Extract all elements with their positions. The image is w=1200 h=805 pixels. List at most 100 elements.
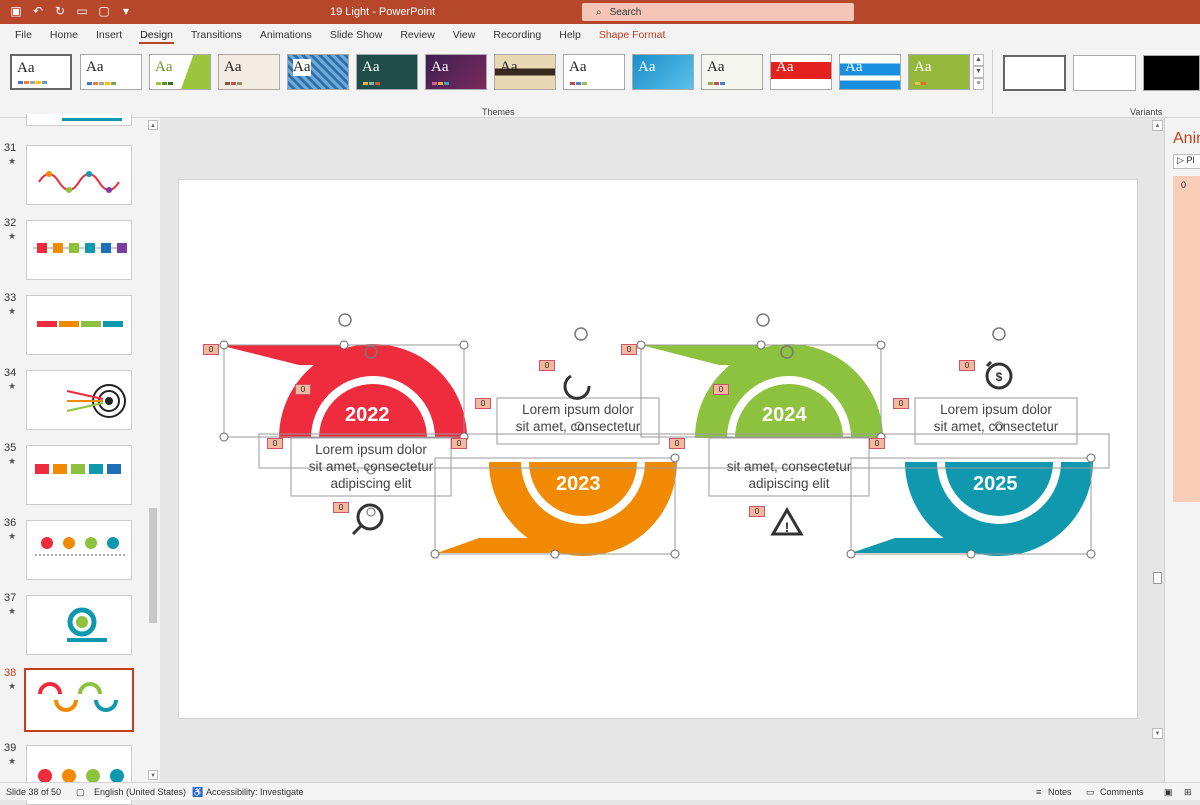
scroll-up-icon[interactable]: ▲: [148, 120, 158, 130]
comments-button[interactable]: Comments: [1100, 787, 1144, 797]
anim-tag[interactable]: 0: [451, 438, 467, 449]
slide-thumb-33[interactable]: [26, 295, 132, 355]
tab-transitions[interactable]: Transitions: [182, 24, 251, 46]
undo-icon[interactable]: ↶: [30, 3, 46, 19]
text-block-2022[interactable]: Lorem ipsum dolor sit amet, consectetur …: [291, 441, 451, 492]
theme-thumb-text: Aa: [707, 59, 725, 75]
theme-thumb-14[interactable]: Aa: [908, 54, 970, 90]
theme-thumb-10[interactable]: Aa: [632, 54, 694, 90]
anim-tag[interactable]: 0: [713, 384, 729, 395]
slide-thumb-37[interactable]: [26, 595, 132, 655]
variant-2[interactable]: [1073, 55, 1136, 91]
anim-tag[interactable]: 0: [333, 502, 349, 513]
tab-slide-show[interactable]: Slide Show: [321, 24, 392, 46]
slide-canvas[interactable]: ! $ 2022 2023 2024 2025 Lorem ipsum dolo…: [178, 179, 1138, 719]
status-bar: Slide 38 of 50 ▢ English (United States)…: [0, 782, 1200, 800]
canvas-scrollbar[interactable]: ▲ ▼: [1151, 118, 1164, 782]
accessibility-status[interactable]: Accessibility: Investigate: [206, 787, 304, 797]
anim-tag[interactable]: 0: [893, 398, 909, 409]
search-box[interactable]: ⌕ Search: [582, 3, 854, 21]
anim-tag[interactable]: 0: [295, 384, 311, 395]
canvas-scroll-up-icon[interactable]: ▲: [1152, 120, 1163, 131]
slide-counter[interactable]: Slide 38 of 50: [6, 787, 61, 797]
anim-tag[interactable]: 0: [749, 506, 765, 517]
text-line: sit amet, consectetur: [308, 459, 434, 474]
theme-thumb-3[interactable]: Aa: [149, 54, 211, 90]
tab-view[interactable]: View: [444, 24, 485, 46]
slide-star-32: ★: [8, 231, 17, 241]
animation-list[interactable]: 0: [1173, 176, 1200, 502]
tab-animations[interactable]: Animations: [251, 24, 321, 46]
slide-thumb-31[interactable]: [26, 145, 132, 205]
canvas-scroll-down-icon[interactable]: ▼: [1152, 728, 1163, 739]
redo-icon[interactable]: ↻: [52, 3, 68, 19]
tab-help[interactable]: Help: [550, 24, 590, 46]
save-icon[interactable]: ▣: [8, 3, 24, 19]
notes-button[interactable]: Notes: [1048, 787, 1072, 797]
text-block-2024[interactable]: sit amet, consectetur adipiscing elit: [709, 458, 869, 492]
slides-pane-scrollbar[interactable]: ▲ ▼: [147, 118, 159, 782]
themes-more-icon[interactable]: ≡: [973, 78, 984, 90]
theme-thumb-text: Aa: [224, 59, 242, 75]
tab-insert[interactable]: Insert: [87, 24, 131, 46]
tab-design[interactable]: Design: [131, 24, 182, 46]
theme-thumb-text: Aa: [845, 59, 863, 75]
tab-file[interactable]: File: [6, 24, 41, 46]
slide-sorter-icon[interactable]: ⊞: [1184, 787, 1192, 798]
slide-thumb-34[interactable]: [26, 370, 132, 430]
slide-star-38: ★: [8, 681, 17, 691]
tab-review[interactable]: Review: [391, 24, 443, 46]
variant-3[interactable]: [1143, 55, 1200, 91]
theme-thumb-7[interactable]: Aa: [425, 54, 487, 90]
anim-tag[interactable]: 0: [869, 438, 885, 449]
anim-tag[interactable]: 0: [539, 360, 555, 371]
anim-tag[interactable]: 0: [669, 438, 685, 449]
slide-thumb-30[interactable]: [26, 114, 132, 126]
variant-1[interactable]: [1003, 55, 1066, 91]
anim-tag[interactable]: 0: [475, 398, 491, 409]
slide-thumb-36[interactable]: [26, 520, 132, 580]
slide-number-31: 31: [4, 142, 17, 154]
tab-home[interactable]: Home: [41, 24, 87, 46]
theme-thumb-11[interactable]: Aa: [701, 54, 763, 90]
theme-thumb-13[interactable]: Aa: [839, 54, 901, 90]
tab-recording[interactable]: Recording: [484, 24, 550, 46]
play-button[interactable]: ▷ Pl: [1173, 154, 1200, 169]
text-line: sit amet, consectetur: [933, 419, 1059, 434]
scroll-down-icon[interactable]: ▼: [148, 770, 158, 780]
slide-thumb-35[interactable]: [26, 445, 132, 505]
customize-qat-icon[interactable]: ▾: [118, 3, 134, 19]
anim-tag[interactable]: 0: [621, 344, 637, 355]
anim-tag[interactable]: 0: [267, 438, 283, 449]
theme-thumb-text: Aa: [638, 59, 656, 75]
normal-view-icon[interactable]: ▣: [1164, 787, 1173, 798]
canvas-scroll-thumb[interactable]: [1153, 572, 1162, 584]
theme-thumb-5[interactable]: Aa: [287, 54, 349, 90]
tab-shape-format[interactable]: Shape Format: [590, 24, 675, 46]
themes-scroll-down-icon[interactable]: ▼: [973, 66, 984, 78]
slide-thumb-32[interactable]: [26, 220, 132, 280]
year-label-2024[interactable]: 2024: [762, 404, 807, 427]
theme-thumb-8[interactable]: Aa: [494, 54, 556, 90]
year-label-2023[interactable]: 2023: [556, 473, 601, 496]
theme-thumb-4[interactable]: Aa: [218, 54, 280, 90]
theme-thumb-2[interactable]: Aa: [80, 54, 142, 90]
year-label-2025[interactable]: 2025: [973, 473, 1018, 496]
anim-tag[interactable]: 0: [959, 360, 975, 371]
anim-tag[interactable]: 0: [203, 344, 219, 355]
text-block-2025[interactable]: Lorem ipsum dolor sit amet, consectetur: [915, 401, 1077, 435]
shape-fill-icon[interactable]: ▢: [96, 3, 112, 19]
slide-thumb-38-selected[interactable]: [24, 668, 134, 732]
scrollbar-thumb[interactable]: [149, 508, 157, 623]
present-icon[interactable]: ▭: [74, 3, 90, 19]
themes-scroll-up-icon[interactable]: ▲: [973, 54, 984, 66]
theme-thumb-12[interactable]: Aa: [770, 54, 832, 90]
text-block-2023[interactable]: Lorem ipsum dolor sit amet, consectetur: [497, 401, 659, 435]
theme-thumb-office[interactable]: Aa: [10, 54, 72, 90]
theme-thumb-6[interactable]: Aa: [356, 54, 418, 90]
theme-thumb-9[interactable]: Aa: [563, 54, 625, 90]
language-status[interactable]: English (United States): [94, 787, 186, 797]
year-label-2022[interactable]: 2022: [345, 404, 390, 427]
spellcheck-icon[interactable]: ▢: [76, 787, 85, 798]
text-line: sit amet, consectetur: [515, 419, 641, 434]
